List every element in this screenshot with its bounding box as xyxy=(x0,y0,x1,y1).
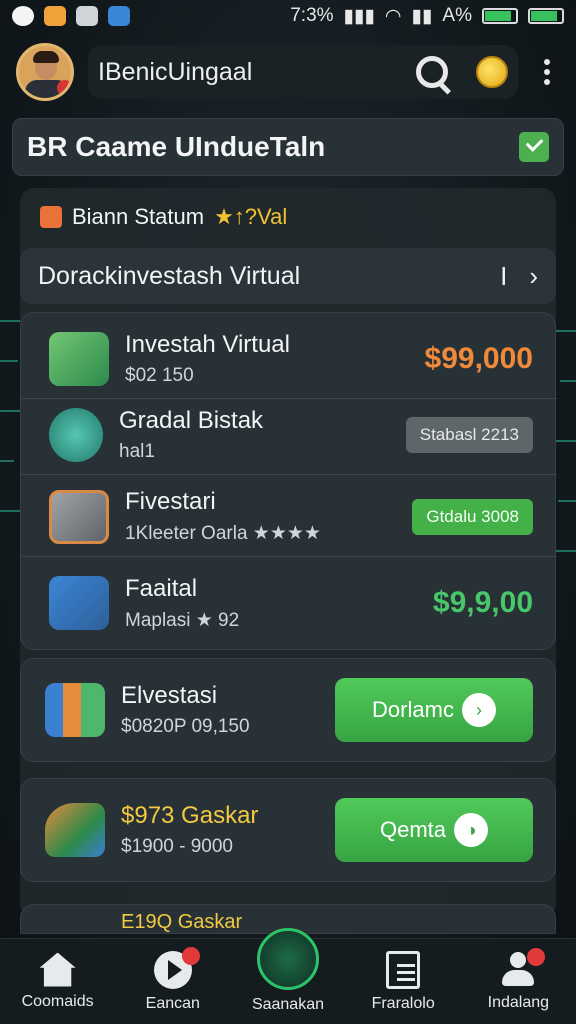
nav-row-label: Dorackinvestash Virtual xyxy=(38,261,301,290)
gauge-icon xyxy=(49,407,103,462)
card-title: $973 Gaskar xyxy=(121,802,259,829)
list-item[interactable]: Faaital Maplasi ★ 92 $9,9,00 xyxy=(21,563,557,643)
checklist-icon[interactable] xyxy=(519,132,549,162)
action-card: Elvestasi $0820P 09,150 Dorlamc › xyxy=(20,658,556,762)
nav-tab-label: Saanakan xyxy=(251,995,324,1013)
shield-icon xyxy=(76,6,98,26)
nav-tab-label: Eancan xyxy=(145,994,200,1012)
card-subtitle: $1900 - 9000 xyxy=(121,836,233,857)
center-icon xyxy=(256,927,319,990)
status-badge[interactable]: Stabasl 2213 xyxy=(405,416,533,453)
secondary-action-button[interactable]: Qemta ◑ xyxy=(335,798,533,862)
nav-row-virtual-investment[interactable]: Dorackinvestash Virtual I › xyxy=(20,248,556,304)
list-item[interactable]: Gradal Bistak hal1 Stabasl 2213 xyxy=(21,395,557,475)
status-label: Biann Statum xyxy=(72,204,205,229)
status-badge[interactable]: Gtdalu 3008 xyxy=(412,498,533,535)
wifi-icon: ◠ xyxy=(384,5,402,27)
section-title-bar: BR Caame UInduеTaln xyxy=(12,118,564,176)
item-amount: $9,9,00 xyxy=(432,586,533,619)
signal-icon: ▮▮▮ xyxy=(343,5,375,27)
clock: 7:3% xyxy=(290,5,334,26)
status-line: Biann Statum ★↑?Val xyxy=(40,204,287,230)
nav-tab-label: Fraralolo xyxy=(371,994,435,1012)
item-subtitle: hal1 xyxy=(119,440,155,462)
growth-chart-icon xyxy=(45,683,105,737)
primary-action-button[interactable]: Dorlamc › xyxy=(335,678,533,742)
cash-stack-icon xyxy=(49,331,109,386)
card-subtitle: $0820P 09,150 xyxy=(121,716,250,737)
item-subtitle: $02 150 xyxy=(125,364,194,386)
status-left-icons xyxy=(12,6,130,26)
notification-badge xyxy=(181,946,200,965)
signal-icon-2: ▮▮ xyxy=(411,5,433,27)
nav-tab-documents[interactable]: Fraralolo xyxy=(348,950,458,1013)
item-title: Faaital xyxy=(125,574,198,602)
partial-card-title: E19Q Gaskar xyxy=(121,911,243,933)
pie-chart-icon xyxy=(45,803,105,857)
nav-tab-label: Indalang xyxy=(487,993,550,1011)
app-header: IBenicUingaal xyxy=(0,36,576,108)
notification-badge xyxy=(527,947,546,966)
list-item[interactable]: Investah Virtual $02 150 $99,000 xyxy=(21,319,557,399)
list-item[interactable]: Fivestari 1Kleeter Oarla ★★★★ Gtdalu 300… xyxy=(21,477,557,557)
action-card: $973 Gaskar $1900 - 9000 Qemta ◑ xyxy=(20,778,556,882)
avatar[interactable] xyxy=(16,43,74,101)
check-notification-icon xyxy=(108,6,130,26)
coin-icon[interactable] xyxy=(476,56,508,88)
card-title: Elvestasi xyxy=(121,682,218,709)
main-panel: Biann Statum ★↑?Val Dorackinvestash Virt… xyxy=(20,188,557,934)
search-icon[interactable] xyxy=(416,56,448,88)
nav-tab-home[interactable]: Coomaids xyxy=(3,952,113,1011)
notification-icon xyxy=(44,6,66,26)
status-indicator-icon xyxy=(40,206,62,228)
chevron-right-icon[interactable]: › xyxy=(529,261,538,292)
more-menu-icon[interactable] xyxy=(544,59,550,85)
nav-tab-center[interactable]: Saanakan xyxy=(233,927,343,1014)
nav-tab-profile[interactable]: Indalang xyxy=(463,947,573,1012)
button-label: Qemta xyxy=(379,817,447,842)
info-icon[interactable]: I xyxy=(500,261,507,292)
battery-icon xyxy=(482,8,518,24)
item-title: Gradal Bistak xyxy=(119,406,264,434)
document-icon xyxy=(386,950,421,989)
bottom-navigation: Coomaids Eancan Saanakan Fraralolo Indal… xyxy=(0,927,576,1024)
investment-list: Investah Virtual $02 150 $99,000 Gradal … xyxy=(20,312,557,650)
app-notification-icon xyxy=(12,6,34,26)
item-amount: $99,000 xyxy=(424,341,533,375)
arrow-right-icon: › xyxy=(461,693,496,727)
item-title: Fivestari xyxy=(125,488,216,515)
header-title: IBenicUingaal xyxy=(98,57,253,86)
status-stars: ★↑?Val xyxy=(214,204,288,229)
safe-box-icon xyxy=(49,489,109,544)
page-title: BR Caame UInduеTaln xyxy=(27,131,326,162)
status-bar: 7:3% ▮▮▮ ◠ ▮▮ A% xyxy=(0,0,576,32)
nav-tab-play[interactable]: Eancan xyxy=(118,946,228,1013)
search-bar[interactable]: IBenicUingaal xyxy=(88,45,518,99)
item-subtitle: 1Kleeter Oarla ★★★★ xyxy=(125,523,321,544)
item-subtitle: Maplasi ★ 92 xyxy=(125,609,240,631)
wallet-icon xyxy=(49,576,109,630)
item-title: Investah Virtual xyxy=(125,330,290,358)
toggle-icon: ◑ xyxy=(454,813,489,847)
nav-tab-label: Coomaids xyxy=(21,992,94,1010)
button-label: Dorlamc xyxy=(372,697,454,722)
home-icon xyxy=(39,952,76,987)
battery-percent: A% xyxy=(442,5,472,26)
battery-icon-2 xyxy=(528,8,564,24)
